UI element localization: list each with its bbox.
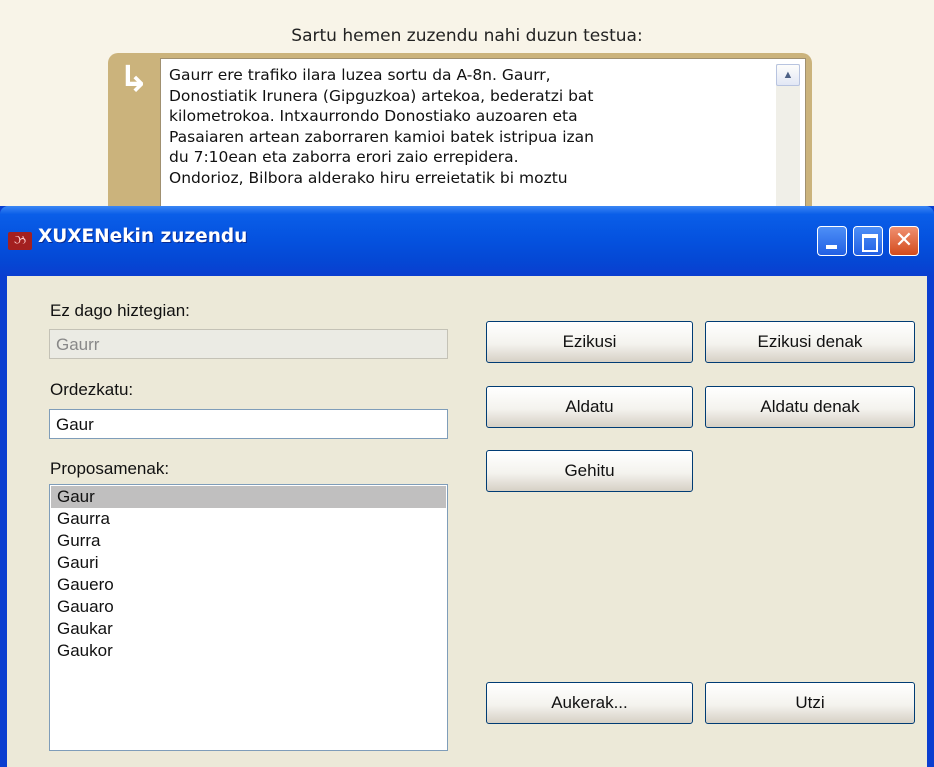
list-item[interactable]: Gauaro — [51, 596, 446, 618]
not-in-dictionary-field: Gaurr — [49, 329, 448, 359]
ignore-all-button[interactable]: Ezikusi denak — [705, 321, 915, 363]
replace-label: Ordezkatu: — [50, 380, 134, 399]
suggestions-label: Proposamenak: — [50, 459, 170, 478]
text-input-area[interactable]: Gaurr ere trafiko ilara luzea sortu da A… — [160, 58, 806, 223]
maximize-button[interactable] — [853, 226, 883, 256]
close-button[interactable]: ✕ — [889, 226, 919, 256]
close-icon: ✕ — [894, 228, 914, 253]
list-item[interactable]: Gaur — [51, 486, 446, 508]
list-item[interactable]: Gauero — [51, 574, 446, 596]
ignore-button[interactable]: Ezikusi — [486, 321, 693, 363]
list-item[interactable]: Gaurra — [51, 508, 446, 530]
return-arrow-icon: ↳ — [118, 59, 150, 100]
replace-input[interactable]: Gaur — [49, 409, 448, 439]
cancel-button[interactable]: Utzi — [705, 682, 915, 724]
dialog-title: XUXENekin zuzendu — [38, 226, 248, 247]
text-line: kilometrokoa. Intxaurrondo Donostiako au… — [169, 107, 578, 125]
options-button[interactable]: Aukerak... — [486, 682, 693, 724]
suggestions-list[interactable]: Gaur Gaurra Gurra Gauri Gauero Gauaro Ga… — [49, 484, 448, 751]
minimize-icon — [826, 245, 837, 249]
maximize-icon — [862, 234, 878, 252]
list-item[interactable]: Gurra — [51, 530, 446, 552]
dialog-body: Ez dago hiztegian: Gaurr Ordezkatu: Gaur… — [7, 276, 927, 767]
list-item[interactable]: Gauri — [51, 552, 446, 574]
dialog-titlebar[interactable]: ઝ XUXENekin zuzendu ✕ — [0, 206, 934, 276]
scroll-up-arrow-icon[interactable]: ▲ — [776, 64, 800, 86]
spellcheck-dialog: ઝ XUXENekin zuzendu ✕ Ez dago hiztegian:… — [0, 206, 934, 767]
text-line: Donostiatik Irunera (Gipguzkoa) artekoa,… — [169, 86, 594, 105]
text-line: Pasaiaren artean zaborraren kamioi batek… — [169, 127, 594, 146]
add-button[interactable]: Gehitu — [486, 450, 693, 492]
text-line: du 7:10ean eta zaborra erori zaio errepi… — [169, 148, 519, 166]
text-line: Ondorioz, Bilbora alderako hiru erreieta… — [169, 168, 568, 187]
text-line: Gaurr ere trafiko ilara luzea sortu da A… — [169, 66, 551, 84]
minimize-button[interactable] — [817, 226, 847, 256]
app-icon: ઝ — [8, 232, 32, 250]
input-prompt: Sartu hemen zuzendu nahi duzun testua: — [291, 26, 643, 46]
change-all-button[interactable]: Aldatu denak — [705, 386, 915, 428]
list-item[interactable]: Gaukor — [51, 640, 446, 662]
textarea-scrollbar[interactable]: ▲ — [776, 64, 800, 219]
list-item[interactable]: Gaukar — [51, 618, 446, 640]
change-button[interactable]: Aldatu — [486, 386, 693, 428]
not-in-dictionary-label: Ez dago hiztegian: — [50, 301, 190, 320]
